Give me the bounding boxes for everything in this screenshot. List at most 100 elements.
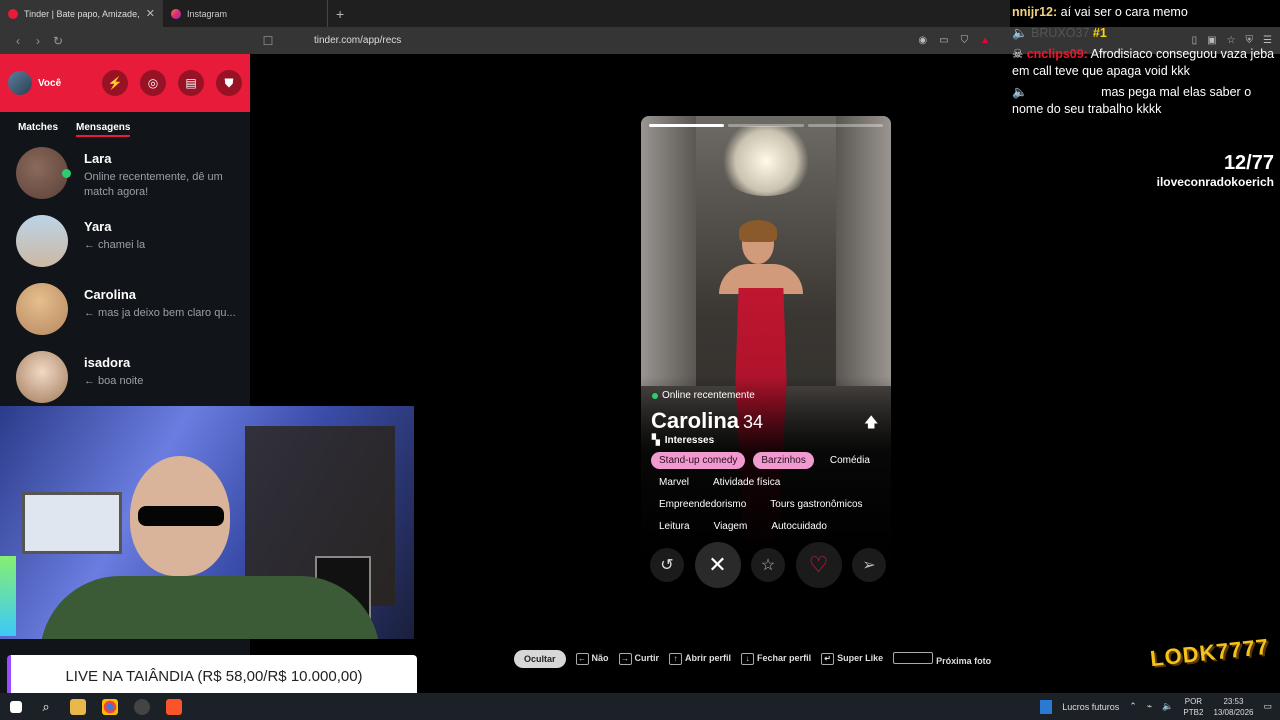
- chrome-icon[interactable]: [102, 698, 118, 715]
- chat-text: aí vai ser o cara memo: [1060, 5, 1188, 19]
- online-status: Online recentemente: [652, 390, 755, 401]
- instagram-favicon-icon: [171, 8, 181, 19]
- tray-chevron-icon[interactable]: ⌃: [1129, 701, 1137, 712]
- obs-icon[interactable]: [134, 698, 150, 715]
- chat-user: BRUXO37: [1031, 26, 1090, 40]
- conversation-name: Yara: [84, 219, 112, 234]
- boost-icon[interactable]: ⚡: [102, 70, 128, 96]
- send-button[interactable]: ➢: [852, 548, 886, 582]
- interests-icon: ▚: [652, 435, 660, 446]
- conversation-preview: ← mas ja deixo bem claro qu...: [84, 307, 236, 319]
- avatar[interactable]: [8, 71, 32, 95]
- url-field[interactable]: tinder.com/app/recs: [314, 35, 401, 46]
- rewind-button[interactable]: ↺: [650, 548, 684, 582]
- list-item[interactable]: Yara ← chamei la: [0, 215, 250, 283]
- bookmark-icon[interactable]: ☐: [258, 34, 278, 48]
- hint-label: Abrir perfil: [685, 653, 732, 663]
- hide-hints-button[interactable]: Ocultar: [514, 650, 566, 668]
- cast-icon[interactable]: ▭: [939, 35, 948, 46]
- photo-segment[interactable]: [728, 124, 804, 127]
- notifications-icon[interactable]: ▭: [1263, 701, 1272, 712]
- hint-super-like: ↵ Super Like: [821, 653, 883, 665]
- windows-start-icon[interactable]: [10, 700, 22, 713]
- conversation-preview: Online recentemente, dê um match agora!: [84, 171, 223, 198]
- hint-next-photo: Próxima foto: [893, 652, 991, 666]
- taskbar-app-label[interactable]: Lucros futuros: [1062, 702, 1119, 712]
- safety-shield-icon[interactable]: ⛊: [216, 70, 242, 96]
- list-item[interactable]: Lara Online recentemente, dê um match ago…: [0, 147, 250, 215]
- swipe-actions: ↺ ✕ ☆ ♡ ➢: [650, 542, 886, 588]
- interest-chip: Autocuidado: [771, 521, 827, 532]
- conversation-name: Lara: [84, 151, 112, 166]
- chat-user: cnclips09:: [1026, 47, 1088, 61]
- profile-hair: [739, 220, 777, 242]
- windows-taskbar: ⌕ Lucros futuros ⌃ ⌁ 🔈 POR PTB2 23:53 13/0…: [0, 693, 1280, 720]
- profile-label[interactable]: Você: [38, 78, 90, 89]
- explore-icon[interactable]: ◎: [140, 70, 166, 96]
- interest-chip: Comédia: [829, 455, 870, 466]
- live-goal-banner: LIVE NA TAIÂNDIA (R$ 58,00/R$ 10.000,00): [7, 655, 417, 697]
- back-icon[interactable]: ‹: [8, 34, 28, 48]
- network-icon[interactable]: ⌁: [1147, 701, 1152, 712]
- interest-chips: Stand-up comedy Barzinhos Comédia Marvel…: [651, 452, 883, 535]
- open-profile-arrow-icon[interactable]: 🡅: [864, 412, 878, 436]
- close-tab-icon[interactable]: ✕: [146, 7, 155, 20]
- location-icon[interactable]: ◉: [918, 35, 927, 46]
- tab-instagram[interactable]: Instagram: [163, 0, 328, 27]
- profile-name-text: Carolina: [651, 408, 740, 433]
- interest-chip: Viagem: [713, 521, 748, 532]
- volume-icon[interactable]: 🔈: [1162, 701, 1173, 712]
- interest-chip: Empreendedorismo: [659, 499, 747, 510]
- system-tray: Lucros futuros ⌃ ⌁ 🔈 POR PTB2 23:53 13/08/…: [1040, 696, 1272, 718]
- briefcase-icon[interactable]: ▤: [178, 70, 204, 96]
- tab-matches[interactable]: Matches: [18, 122, 58, 137]
- hint-label: Super Like: [837, 653, 884, 663]
- avatar: [16, 351, 68, 403]
- file-explorer-icon[interactable]: [70, 698, 86, 715]
- sidebar-header: Você ⚡ ◎ ▤ ⛊: [0, 54, 250, 112]
- nope-button[interactable]: ✕: [694, 542, 741, 588]
- input-language[interactable]: POR PTB2: [1183, 696, 1203, 718]
- list-item[interactable]: Carolina ← mas ja deixo bem claro qu...: [0, 283, 250, 351]
- up-arrow-key-icon: ↑: [669, 653, 683, 665]
- chandelier: [716, 126, 816, 196]
- photo-segment[interactable]: [807, 124, 883, 127]
- online-dot-icon: [652, 392, 658, 399]
- speaker-icon: 🔈: [1012, 26, 1028, 40]
- tab-messages[interactable]: Mensagens: [76, 122, 131, 137]
- clock[interactable]: 23:53 13/08/2026: [1213, 696, 1253, 718]
- right-arrow-key-icon: →: [618, 653, 632, 665]
- conversation-name: Carolina: [84, 287, 137, 302]
- hint-label: Não: [591, 653, 609, 663]
- chat-message: nnijr12: aí vai ser o cara memo: [1012, 4, 1280, 21]
- interests-label: Interesses: [664, 435, 715, 446]
- new-tab-icon[interactable]: +: [336, 6, 344, 22]
- tab-title: Tinder | Bate papo, Amizade, En: [24, 8, 140, 19]
- channel-logo: LODK7777: [1148, 633, 1271, 672]
- clock-date: 13/08/2026: [1213, 707, 1254, 717]
- hint-like: → Curtir: [618, 653, 660, 665]
- chat-text: mas pega mal elas saber o nome do seu tr…: [1012, 85, 1252, 116]
- interest-chip: Tours gastronômicos: [770, 499, 863, 510]
- shield-icon[interactable]: ⛉: [961, 35, 969, 46]
- warning-icon[interactable]: ▲: [980, 35, 990, 46]
- hint-no: ← Não: [575, 653, 609, 665]
- photo-segment[interactable]: [649, 124, 725, 127]
- counter-handle: iloveconradokoerich: [1156, 175, 1274, 189]
- super-like-button[interactable]: ☆: [751, 548, 785, 582]
- clock-time: 23:53: [1223, 696, 1244, 706]
- search-icon[interactable]: ⌕: [38, 699, 54, 715]
- tab-title: Instagram: [187, 8, 228, 19]
- hint-label: Curtir: [634, 653, 660, 663]
- like-button[interactable]: ♡: [795, 542, 842, 588]
- brave-icon[interactable]: [166, 698, 182, 715]
- forward-icon[interactable]: ›: [28, 34, 48, 48]
- conversation-preview: ← chamei la: [84, 239, 146, 251]
- document-icon: [1040, 699, 1053, 714]
- hint-label: Próxima foto: [936, 656, 992, 666]
- space-key-icon: [893, 652, 934, 664]
- led-lights: [0, 556, 16, 636]
- chat-message: 🔈 BRUXO37 #1: [1012, 25, 1280, 42]
- tab-tinder[interactable]: Tinder | Bate papo, Amizade, En ✕: [0, 0, 163, 27]
- reload-icon[interactable]: ↻: [48, 34, 68, 48]
